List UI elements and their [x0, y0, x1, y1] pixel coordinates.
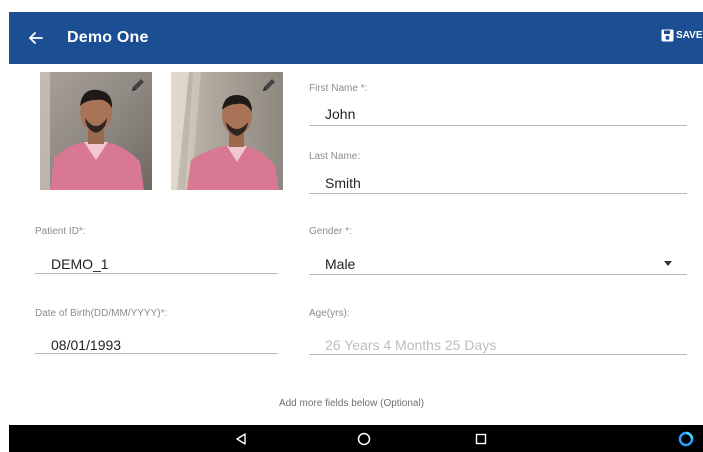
- dob-underline: [35, 353, 278, 354]
- first-name-underline: [309, 125, 687, 126]
- pencil-icon[interactable]: [130, 77, 146, 93]
- status-bar-area: [0, 0, 703, 12]
- app-bar: Demo One SAVE: [9, 12, 703, 64]
- assistant-button[interactable]: [676, 429, 696, 449]
- nav-recents-button[interactable]: [471, 429, 491, 449]
- back-button[interactable]: [23, 25, 49, 51]
- chevron-down-icon[interactable]: [664, 261, 672, 266]
- patient-photo-1[interactable]: [40, 72, 152, 190]
- arrow-left-icon: [29, 32, 43, 44]
- triangle-back-icon: [236, 433, 246, 445]
- last-name-label: Last Name:: [309, 151, 361, 162]
- last-name-underline: [309, 193, 687, 194]
- save-label: SAVE: [676, 30, 703, 41]
- circle-home-icon: [357, 432, 371, 446]
- age-underline: [309, 354, 687, 355]
- gender-underline: [309, 274, 687, 275]
- add-more-fields-note[interactable]: Add more fields below (Optional): [0, 398, 703, 409]
- gender-label: Gender *:: [309, 226, 352, 237]
- first-name-input[interactable]: John: [325, 106, 355, 122]
- first-name-label: First Name *:: [309, 83, 368, 94]
- square-recents-icon: [475, 433, 487, 445]
- patient-photo-2[interactable]: [171, 72, 283, 190]
- save-icon: [661, 29, 674, 42]
- save-button[interactable]: SAVE: [661, 29, 703, 42]
- gender-select[interactable]: Male: [325, 256, 355, 272]
- assistant-icon: [678, 431, 694, 447]
- patient-id-underline: [35, 273, 278, 274]
- patient-id-label: Patient ID*:: [35, 226, 86, 237]
- page-title: Demo One: [67, 29, 149, 46]
- nav-back-button[interactable]: [231, 429, 251, 449]
- patient-id-input[interactable]: DEMO_1: [51, 256, 109, 272]
- dob-label: Date of Birth(DD/MM/YYYY)*:: [35, 308, 168, 319]
- age-label: Age(yrs):: [309, 308, 350, 319]
- last-name-input[interactable]: Smith: [325, 175, 361, 191]
- system-nav-bar: [9, 425, 703, 452]
- dob-input[interactable]: 08/01/1993: [51, 337, 121, 353]
- age-input[interactable]: 26 Years 4 Months 25 Days: [325, 337, 496, 353]
- pencil-icon[interactable]: [261, 77, 277, 93]
- nav-home-button[interactable]: [354, 429, 374, 449]
